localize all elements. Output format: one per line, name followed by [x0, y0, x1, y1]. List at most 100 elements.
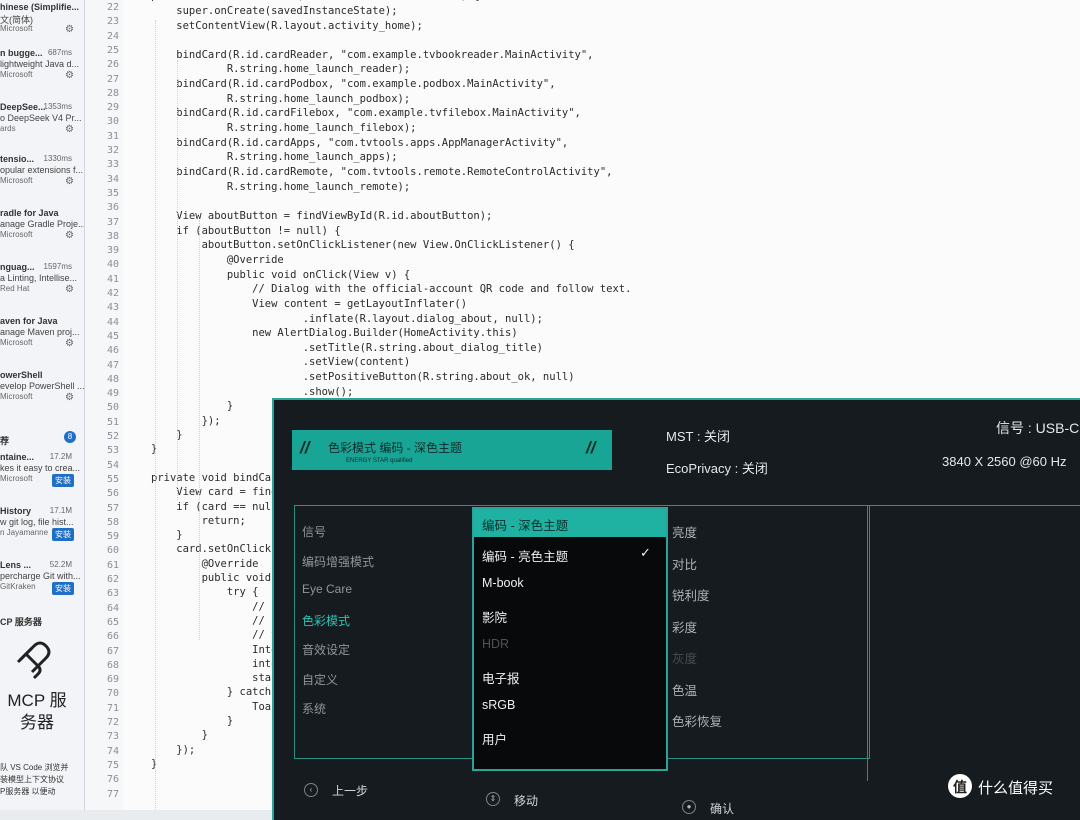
- install-button[interactable]: 安装: [52, 582, 74, 595]
- code-line: Toast: [151, 700, 284, 713]
- osd-menu-item[interactable]: 音效设定: [302, 641, 350, 658]
- code-line: View card = findV: [151, 486, 284, 499]
- color-mode-option[interactable]: 电子报: [482, 668, 520, 687]
- line-number: 33: [106, 159, 119, 171]
- osd-menu-item[interactable]: 编码增强模式: [302, 553, 374, 570]
- color-mode-option[interactable]: sRGB: [482, 698, 515, 712]
- color-mode-option[interactable]: 影院: [482, 607, 507, 626]
- extension-publisher: GitKraken: [0, 582, 36, 591]
- code-line: protected void onCreate(Bundle savedInst…: [151, 0, 480, 2]
- line-number: 51: [106, 416, 119, 428]
- extension-activation-time: 1597ms: [43, 262, 72, 271]
- mcp-logo-icon: [16, 641, 51, 680]
- line-number: 58: [106, 516, 119, 528]
- code-line: private void bindCard: [151, 471, 284, 484]
- code-line: public void o: [151, 572, 284, 584]
- line-number: 31: [106, 130, 119, 142]
- back-hint[interactable]: 上一步: [332, 782, 368, 799]
- gear-icon[interactable]: ⚙: [65, 70, 74, 81]
- code-line: // to: [151, 629, 284, 642]
- gear-icon[interactable]: ⚙: [65, 284, 74, 295]
- line-number: 66: [106, 631, 119, 643]
- gear-icon[interactable]: ⚙: [65, 338, 74, 349]
- extension-publisher: Microsoft: [0, 176, 33, 185]
- osd-adjust-item[interactable]: 色彩恢复: [672, 711, 722, 730]
- code-line: bindCard(R.id.cardRemote, "com.tvtools.r…: [151, 166, 613, 178]
- install-button[interactable]: 安装: [52, 528, 74, 541]
- osd-menu-item[interactable]: 自定义: [302, 671, 338, 688]
- extension-name: DeepSee...: [0, 102, 46, 112]
- energy-star-label: ENERGY STAR qualified: [346, 458, 413, 464]
- indent-guide: [177, 60, 178, 500]
- resolution-status: 3840 X 2560 @60 Hz: [942, 454, 1067, 469]
- code-line: bindCard(R.id.cardReader, "com.example.t…: [151, 48, 594, 61]
- line-number: 72: [106, 717, 119, 728]
- osd-menu-item[interactable]: 系统: [302, 700, 326, 717]
- code-line: // Ex: [151, 600, 284, 613]
- recommended-header[interactable]: 荐: [0, 434, 9, 447]
- line-number: 28: [106, 87, 119, 99]
- osd-adjust-item[interactable]: 亮度: [672, 522, 697, 541]
- gear-icon[interactable]: ⚙: [65, 124, 74, 135]
- code-line: .setTitle(R.string.about_dialog_title): [151, 341, 543, 354]
- line-number: 57: [106, 502, 119, 514]
- osd-menu-item[interactable]: 信号: [302, 523, 326, 540]
- color-mode-option[interactable]: 用户: [482, 729, 507, 748]
- line-number: 56: [106, 488, 119, 500]
- extension-name: hinese (Simplifie...: [0, 2, 80, 12]
- code-line: start: [151, 672, 284, 685]
- line-number-gutter: 22 23 24 25 26 27 28 29 30 31 32 33 34 35 36 37 38 39 40 41…: [85, 0, 123, 810]
- osd-adjust-item[interactable]: 彩度: [672, 617, 697, 636]
- color-mode-option[interactable]: M-book: [482, 576, 524, 590]
- extension-publisher: Microsoft: [0, 70, 33, 79]
- watermark: 值 什么值得买: [948, 772, 1070, 802]
- gear-icon[interactable]: ⚙: [65, 392, 74, 403]
- extension-publisher: Microsoft: [0, 338, 33, 347]
- extension-description: evelop PowerShell ...: [0, 381, 85, 391]
- watermark-logo-glyph: 值: [953, 779, 967, 795]
- extension-description: percharge Git with...: [0, 571, 81, 581]
- color-mode-option[interactable]: 编码 - 亮色主题: [482, 546, 568, 565]
- extension-description: anage Gradle Proje...: [0, 219, 85, 229]
- color-mode-options: 编码 - 深色主题 编码 - 亮色主题 ✓ M-book 影院 HDR 电子报 sRGB 用户: [472, 507, 668, 771]
- back-key-icon: ‹: [304, 783, 318, 797]
- code-line: super.onCreate(savedInstanceState);: [151, 4, 398, 17]
- code-line: // Dialog with the official-account QR c…: [151, 283, 632, 296]
- gear-icon[interactable]: ⚙: [65, 230, 74, 241]
- code-line: try {: [151, 586, 259, 599]
- osd-adjust-item[interactable]: 色温: [672, 680, 697, 699]
- move-hint[interactable]: 移动: [514, 792, 538, 809]
- extension-publisher: n Jayamanne: [0, 528, 49, 537]
- osd-adjust-item[interactable]: 锐利度: [672, 585, 710, 604]
- osd-menu-item[interactable]: 色彩模式: [302, 612, 350, 629]
- osd-adjust-item[interactable]: 对比: [672, 554, 697, 573]
- line-number: 44: [106, 316, 119, 328]
- install-button[interactable]: 安装: [52, 474, 74, 487]
- line-number: 25: [106, 44, 119, 56]
- watermark-logo-icon: 值: [948, 774, 972, 798]
- line-number: 53: [106, 445, 119, 457]
- line-number: 36: [106, 202, 119, 214]
- mcp-servers-header[interactable]: CP 服务器: [0, 615, 42, 628]
- recommended-count-badge: 8: [64, 431, 76, 443]
- confirm-hint[interactable]: 确认: [710, 800, 734, 817]
- code-line: R.string.home_launch_reader);: [151, 63, 411, 76]
- extension-description: opular extensions f...: [0, 165, 84, 175]
- extension-description: w git log, file hist...: [0, 517, 74, 527]
- line-number: 32: [106, 145, 119, 156]
- color-mode-option[interactable]: 编码 - 深色主题: [482, 515, 568, 534]
- extension-description: a Linting, Intellise...: [0, 273, 78, 283]
- line-number: 55: [106, 473, 119, 485]
- osd-menu-item[interactable]: Eye Care: [302, 582, 352, 596]
- code-line: .inflate(R.layout.dialog_about, null);: [151, 312, 543, 325]
- gear-icon[interactable]: ⚙: [65, 24, 74, 35]
- code-line: Inten: [151, 643, 284, 656]
- line-number: 30: [106, 116, 119, 128]
- indent-guide: [155, 20, 156, 810]
- gear-icon[interactable]: ⚙: [65, 176, 74, 187]
- mcp-title-line: 务器: [20, 713, 54, 732]
- line-number: 42: [106, 288, 119, 299]
- line-number: 41: [106, 273, 119, 285]
- mcp-description-line: P服务器 以便动: [0, 787, 56, 796]
- extension-install-count: 52.2M: [49, 560, 72, 569]
